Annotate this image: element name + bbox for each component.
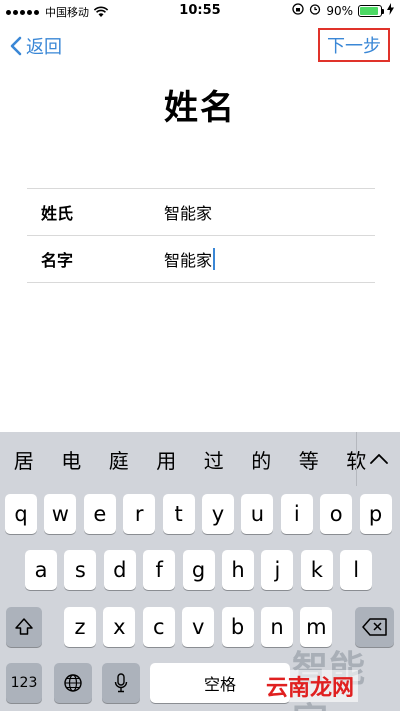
candidate-word[interactable]: 过 <box>190 445 238 474</box>
expand-candidates-button[interactable] <box>356 432 400 486</box>
key-b[interactable]: b <box>221 607 254 647</box>
key-o[interactable]: o <box>320 494 353 534</box>
key-q[interactable]: q <box>5 494 37 534</box>
key-h[interactable]: h <box>222 550 254 590</box>
backspace-icon <box>361 618 387 636</box>
key-s[interactable]: s <box>64 550 97 590</box>
key-z[interactable]: z <box>64 607 96 647</box>
key-y[interactable]: y <box>202 494 234 534</box>
status-bar: 中国移动 10:55 90% <box>0 0 400 22</box>
candidate-word[interactable]: 的 <box>238 445 286 474</box>
name-form: 姓氏 智能家 名字 智能家 <box>27 188 375 283</box>
status-right: 90% <box>292 3 394 18</box>
given-name-value: 智能家 <box>164 251 213 270</box>
key-x[interactable]: x <box>103 607 136 647</box>
key-t[interactable]: t <box>162 494 195 534</box>
surname-field[interactable]: 智能家 <box>164 200 212 224</box>
back-button[interactable]: 返回 <box>10 33 62 59</box>
key-a[interactable]: a <box>25 550 57 590</box>
shift-key[interactable] <box>6 607 42 647</box>
surname-row[interactable]: 姓氏 智能家 <box>27 189 375 236</box>
dictation-key[interactable] <box>102 663 140 703</box>
key-r[interactable]: r <box>123 494 156 534</box>
key-e[interactable]: e <box>83 494 116 534</box>
alarm-icon <box>309 3 321 18</box>
given-name-field[interactable]: 智能家 <box>164 247 216 271</box>
surname-label: 姓氏 <box>41 204 74 223</box>
numbers-key[interactable]: 123 <box>6 663 42 703</box>
watermark-logo: 云南龙网 <box>262 670 359 702</box>
key-j[interactable]: j <box>261 550 294 590</box>
given-name-label: 名字 <box>41 251 74 270</box>
charging-icon <box>387 3 394 18</box>
key-v[interactable]: v <box>182 607 215 647</box>
given-name-row[interactable]: 名字 智能家 <box>27 236 375 283</box>
candidate-word[interactable]: 电 <box>48 445 96 474</box>
key-f[interactable]: f <box>143 550 176 590</box>
candidate-word[interactable]: 居 <box>0 445 48 474</box>
key-i[interactable]: i <box>280 494 313 534</box>
text-cursor <box>213 248 216 270</box>
key-w[interactable]: w <box>44 494 77 534</box>
candidate-word[interactable]: 等 <box>285 445 333 474</box>
next-button[interactable]: 下一步 <box>318 28 390 62</box>
candidate-bar: 居电庭用过的等软 <box>0 432 400 486</box>
key-p[interactable]: p <box>359 494 392 534</box>
shift-icon <box>15 618 33 635</box>
battery-level-fill <box>360 6 378 15</box>
key-n[interactable]: n <box>261 607 293 647</box>
candidate-word[interactable]: 庭 <box>95 445 143 474</box>
back-button-label: 返回 <box>26 37 62 58</box>
key-c[interactable]: c <box>142 607 175 647</box>
key-u[interactable]: u <box>241 494 274 534</box>
orientation-lock-icon <box>292 3 304 18</box>
microphone-icon <box>114 673 128 693</box>
battery-icon <box>358 4 384 17</box>
chevron-left-icon <box>10 36 22 56</box>
page-title: 姓名 <box>164 88 236 128</box>
key-d[interactable]: d <box>103 550 136 590</box>
battery-percent: 90% <box>326 3 353 18</box>
key-g[interactable]: g <box>182 550 215 590</box>
globe-icon <box>64 674 82 692</box>
globe-key[interactable] <box>54 663 92 703</box>
key-k[interactable]: k <box>300 550 333 590</box>
candidate-word[interactable]: 用 <box>143 445 191 474</box>
key-l[interactable]: l <box>340 550 373 590</box>
chevron-up-icon <box>369 454 388 464</box>
